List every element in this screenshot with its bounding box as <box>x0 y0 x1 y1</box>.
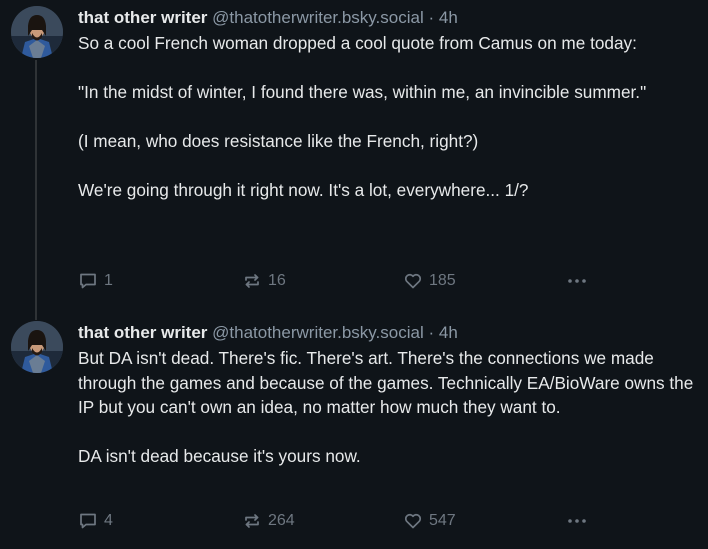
author-handle[interactable]: @thatotherwriter.bsky.social <box>212 323 424 342</box>
like-count: 547 <box>429 512 456 529</box>
post-paragraph: "In the midst of winter, I found there w… <box>78 82 647 102</box>
separator-dot: · <box>428 8 435 27</box>
post-timestamp[interactable]: 4h <box>439 323 458 342</box>
heart-icon <box>404 273 422 289</box>
reply-button[interactable]: 1 <box>78 270 113 292</box>
repost-count: 16 <box>268 272 286 289</box>
avatar[interactable] <box>11 321 63 373</box>
author-name[interactable]: that other writer <box>78 8 207 27</box>
post-text: But DA isn't dead. There's fic. There's … <box>78 346 700 469</box>
heart-icon <box>404 513 422 529</box>
more-options-button[interactable] <box>566 270 588 297</box>
repost-icon <box>245 274 259 288</box>
more-options-button[interactable] <box>566 510 588 537</box>
post-timestamp[interactable]: 4h <box>439 8 458 27</box>
post-2[interactable]: that other writer @thatotherwriter.bsky.… <box>0 315 708 549</box>
author-name[interactable]: that other writer <box>78 323 207 342</box>
post-paragraph: (I mean, who does resistance like the Fr… <box>78 131 479 151</box>
repost-button[interactable]: 16 <box>242 270 286 292</box>
ellipsis-icon <box>568 279 586 283</box>
reply-count: 4 <box>104 512 113 529</box>
post-1[interactable]: that other writer @thatotherwriter.bsky.… <box>0 0 708 300</box>
post-paragraph: So a cool French woman dropped a cool qu… <box>78 33 637 53</box>
post-actions: 4 264 547 <box>78 510 598 532</box>
speech-bubble-icon <box>80 513 96 529</box>
reply-button[interactable]: 4 <box>78 510 113 532</box>
repost-icon <box>245 514 259 528</box>
like-count: 185 <box>429 272 456 289</box>
reply-count: 1 <box>104 272 113 289</box>
ellipsis-icon <box>568 519 586 523</box>
repost-count: 264 <box>268 512 295 529</box>
post-paragraph: DA isn't dead because it's yours now. <box>78 446 361 466</box>
post-paragraph: We're going through it right now. It's a… <box>78 180 529 200</box>
author-handle[interactable]: @thatotherwriter.bsky.social <box>212 8 424 27</box>
repost-button[interactable]: 264 <box>242 510 295 532</box>
post-text: So a cool French woman dropped a cool qu… <box>78 31 700 203</box>
post-paragraph: But DA isn't dead. There's fic. There's … <box>78 348 694 417</box>
avatar[interactable] <box>11 6 63 58</box>
post-actions: 1 16 185 <box>78 270 598 292</box>
post-header: that other writer @thatotherwriter.bsky.… <box>78 322 700 344</box>
like-button[interactable]: 185 <box>403 270 456 292</box>
like-button[interactable]: 547 <box>403 510 456 532</box>
post-header: that other writer @thatotherwriter.bsky.… <box>78 7 700 29</box>
speech-bubble-icon <box>80 273 96 289</box>
separator-dot: · <box>428 323 435 342</box>
